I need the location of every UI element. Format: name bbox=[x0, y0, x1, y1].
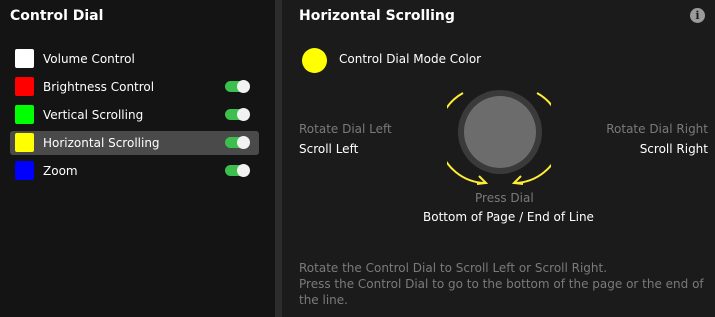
mode-color-label: Control Dial Mode Color bbox=[339, 52, 482, 66]
mode-enable-toggle[interactable] bbox=[225, 80, 250, 93]
panel-title: Control Dial bbox=[10, 8, 104, 24]
mode-list-panel: Control Dial Volume Control Brightness C… bbox=[0, 0, 275, 317]
mode-color-swatch bbox=[15, 105, 34, 124]
mode-item-brightness-control[interactable]: Brightness Control bbox=[10, 75, 259, 99]
press-dial-label: Press Dial bbox=[475, 191, 534, 205]
mode-enable-toggle[interactable] bbox=[225, 164, 250, 177]
toggle-knob bbox=[237, 136, 250, 149]
mode-description: Rotate the Control Dial to Scroll Left o… bbox=[299, 260, 711, 308]
toggle-knob bbox=[237, 80, 250, 93]
mode-list: Volume Control Brightness Control Vertic… bbox=[10, 47, 259, 187]
mode-item-vertical-scrolling[interactable]: Vertical Scrolling bbox=[10, 103, 259, 127]
mode-detail-panel: Horizontal Scrolling i Control Dial Mode… bbox=[282, 0, 715, 317]
rotate-left-action: Scroll Left bbox=[299, 142, 359, 156]
dial-knob bbox=[464, 96, 536, 168]
mode-label: Zoom bbox=[43, 164, 78, 178]
rotate-right-label: Rotate Dial Right bbox=[606, 122, 708, 136]
mode-label: Horizontal Scrolling bbox=[43, 136, 160, 150]
mode-color-dot[interactable] bbox=[302, 48, 327, 73]
rotate-right-action: Scroll Right bbox=[639, 142, 708, 156]
toggle-knob bbox=[237, 108, 250, 121]
control-dial-graphic bbox=[447, 90, 551, 185]
rotate-left-label: Rotate Dial Left bbox=[299, 122, 392, 136]
mode-enable-toggle[interactable] bbox=[225, 136, 250, 149]
mode-label: Vertical Scrolling bbox=[43, 108, 144, 122]
mode-color-swatch bbox=[15, 133, 34, 152]
info-icon[interactable]: i bbox=[690, 8, 705, 23]
mode-color-swatch bbox=[15, 49, 34, 68]
mode-item-zoom[interactable]: Zoom bbox=[10, 159, 259, 183]
press-dial-action: Bottom of Page / End of Line bbox=[423, 210, 594, 224]
mode-enable-toggle[interactable] bbox=[225, 108, 250, 121]
mode-color-swatch bbox=[15, 77, 34, 96]
mode-item-volume-control[interactable]: Volume Control bbox=[10, 47, 259, 71]
mode-item-horizontal-scrolling[interactable]: Horizontal Scrolling bbox=[10, 131, 259, 155]
mode-label: Volume Control bbox=[43, 52, 135, 66]
description-line: Rotate the Control Dial to Scroll Left o… bbox=[299, 261, 608, 275]
description-line: Press the Control Dial to go to the bott… bbox=[299, 277, 704, 307]
mode-label: Brightness Control bbox=[43, 80, 155, 94]
panel-divider[interactable] bbox=[275, 0, 282, 317]
mode-color-swatch bbox=[15, 161, 34, 180]
toggle-knob bbox=[237, 164, 250, 177]
detail-title: Horizontal Scrolling bbox=[299, 8, 455, 24]
